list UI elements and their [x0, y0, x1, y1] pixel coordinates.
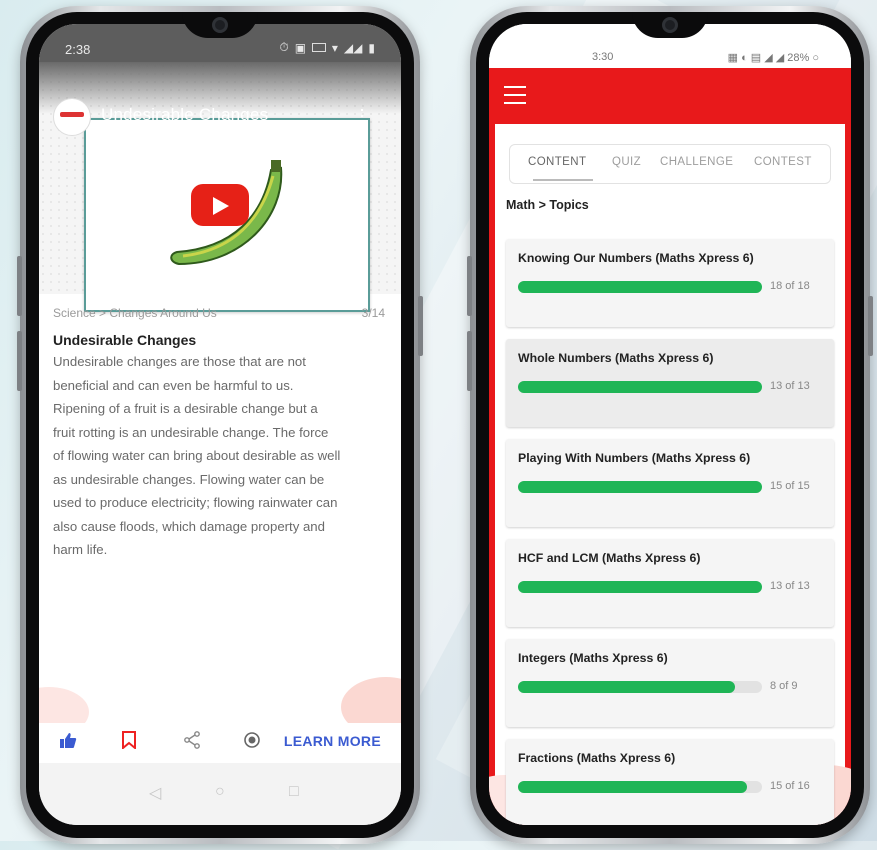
menu-icon[interactable] [504, 86, 526, 110]
status-time: 3:30 [592, 51, 614, 63]
tab-bar: CONTENT QUIZ CHALLENGE CONTEST [509, 144, 831, 184]
status-time: 2:38 [65, 42, 91, 57]
progress-label: 18 of 18 [770, 280, 810, 292]
topic-title: Knowing Our Numbers (Maths Xpress 6) [518, 251, 754, 265]
right-screen: 3:30 ▦ ◐ ▤ ◢ ◢ 28% ○ CONTENT QUIZ CHALLE… [489, 24, 851, 825]
progress-fill [518, 381, 762, 393]
topic-title: Integers (Maths Xpress 6) [518, 651, 668, 665]
more-options-icon[interactable]: ⋮ [353, 106, 371, 127]
power-button [418, 296, 423, 356]
active-tab-indicator [533, 179, 593, 181]
progress-label: 13 of 13 [770, 580, 810, 592]
signal-icon: ◢◢ [343, 40, 363, 55]
body-line: Undesirable changes are those that are n… [53, 354, 306, 369]
progress-fill [518, 581, 762, 593]
volume-button [17, 331, 22, 391]
battery-icon: ▮ [368, 40, 375, 55]
app-bar [489, 68, 851, 124]
progress-track [518, 281, 762, 293]
recents-icon[interactable]: □ [289, 783, 299, 801]
camera [662, 17, 678, 33]
body-line: as undesirable changes. Flowing water ca… [53, 471, 325, 487]
share-icon[interactable] [183, 731, 201, 754]
progress-fill [518, 781, 747, 793]
thumbs-up-icon[interactable] [59, 731, 77, 754]
nfc-icon: ▣ [294, 40, 307, 55]
bookmark-icon[interactable] [121, 731, 137, 754]
youtube-play-icon[interactable] [191, 184, 249, 226]
progress-track [518, 681, 762, 693]
breadcrumb: Science > Changes Around Us [53, 306, 217, 320]
battery-percent: 28% [787, 52, 810, 64]
progress-track [518, 381, 762, 393]
bezel: 2:38 ⏱ ▣ ▾ ◢◢ ▮ Undesirable Changes ⋮ Sc… [26, 12, 414, 838]
tab-quiz[interactable]: QUIZ [612, 156, 641, 168]
status-icons: ▦ ◐ ▤ ◢ ◢ 28% ○ [727, 52, 819, 64]
progress-track [518, 781, 762, 793]
back-icon[interactable]: ◁ [149, 783, 161, 803]
body-line: used to produce electricity; flowing rai… [53, 495, 338, 510]
topic-card[interactable]: Whole Numbers (Maths Xpress 6) 13 of 13 [506, 339, 834, 427]
breadcrumb: Math > Topics [506, 198, 589, 212]
topic-card[interactable]: Playing With Numbers (Maths Xpress 6) 15… [506, 439, 834, 527]
left-screen: 2:38 ⏱ ▣ ▾ ◢◢ ▮ Undesirable Changes ⋮ Sc… [39, 24, 401, 825]
action-bar: LEARN MORE [39, 723, 401, 763]
body-line: of flowing water can bring about desirab… [53, 448, 341, 463]
tab-contest[interactable]: CONTEST [754, 156, 812, 168]
topic-card[interactable]: Fractions (Maths Xpress 6) 15 of 16 [506, 739, 834, 825]
progress-label: 8 of 9 [770, 680, 798, 692]
volte-icon [312, 43, 326, 52]
phone-left: 2:38 ⏱ ▣ ▾ ◢◢ ▮ Undesirable Changes ⋮ Sc… [17, 6, 423, 844]
body-line: beneficial and can even be harmful to us… [53, 377, 294, 393]
video-title: Undesirable Changes [101, 105, 269, 124]
progress-fill [518, 481, 762, 493]
volume-button [467, 256, 472, 316]
topic-title: HCF and LCM (Maths Xpress 6) [518, 551, 701, 565]
wifi-icon: ▾ [331, 40, 338, 55]
status-icons: ⏱ ▣ ▾ ◢◢ ▮ [279, 40, 375, 55]
progress-fill [518, 281, 762, 293]
tab-content[interactable]: CONTENT [528, 156, 586, 168]
camera [212, 17, 228, 33]
progress-label: 13 of 13 [770, 380, 810, 392]
channel-logo[interactable] [53, 98, 91, 136]
bezel: 3:30 ▦ ◐ ▤ ◢ ◢ 28% ○ CONTENT QUIZ CHALLE… [476, 12, 864, 838]
phone-right: 3:30 ▦ ◐ ▤ ◢ ◢ 28% ○ CONTENT QUIZ CHALLE… [467, 6, 873, 844]
alarm-icon: ⏱ [279, 40, 289, 54]
progress-label: 15 of 15 [770, 480, 810, 492]
topic-title: Whole Numbers (Maths Xpress 6) [518, 351, 714, 365]
record-icon[interactable] [243, 731, 261, 754]
body-line: fruit rotting is an undesirable change. … [53, 424, 329, 440]
topic-title: Fractions (Maths Xpress 6) [518, 751, 676, 765]
topic-title: Playing With Numbers (Maths Xpress 6) [518, 451, 751, 465]
topic-card[interactable]: Knowing Our Numbers (Maths Xpress 6) 18 … [506, 239, 834, 327]
progress-track [518, 481, 762, 493]
progress-fill [518, 681, 735, 693]
volume-button [467, 331, 472, 391]
volume-button [17, 256, 22, 316]
progress-track [518, 581, 762, 593]
topic-heading: Undesirable Changes [53, 332, 197, 348]
power-button [868, 296, 873, 356]
topic-body: Undesirable changes are those that are n… [53, 350, 385, 562]
page-counter: 3/14 [361, 306, 385, 320]
body-line: harm life. [53, 542, 108, 557]
body-line: also cause floods, which damage property… [53, 518, 325, 534]
home-icon[interactable]: ○ [215, 783, 225, 801]
topic-content: Science > Changes Around Us 3/14 Undesir… [53, 306, 385, 562]
topic-card[interactable]: HCF and LCM (Maths Xpress 6) 13 of 13 [506, 539, 834, 627]
topic-card[interactable]: Integers (Maths Xpress 6) 8 of 9 [506, 639, 834, 727]
video-player[interactable]: Undesirable Changes ⋮ [39, 62, 401, 312]
body-line: Ripening of a fruit is a desirable chang… [53, 401, 318, 416]
tab-challenge[interactable]: CHALLENGE [660, 156, 733, 168]
system-nav-bar: ◁ ○ □ [39, 763, 401, 825]
progress-label: 15 of 16 [770, 780, 810, 792]
learn-more-button[interactable]: LEARN MORE [284, 733, 381, 749]
